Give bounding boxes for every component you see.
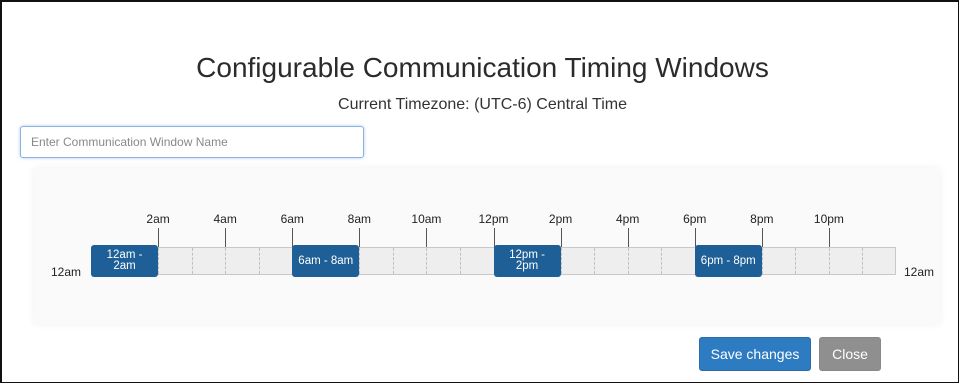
timeline-hour-label: 8am <box>347 212 371 226</box>
timeline-panel <box>34 168 940 324</box>
timeline-hour-label: 4pm <box>615 212 640 226</box>
timeline-tick-line <box>560 228 562 248</box>
timeline-tick-line <box>158 228 160 248</box>
save-changes-button[interactable]: Save changes <box>699 337 811 371</box>
timeline-tick-line <box>627 228 629 248</box>
timeline-tick-line <box>359 228 361 248</box>
timeline-hour-label: 6pm <box>683 212 707 226</box>
close-button[interactable]: Close <box>819 337 881 371</box>
timeline-hour-label: 12pm <box>478 212 509 226</box>
timeline-tick-line <box>225 228 227 248</box>
communication-window-block[interactable]: 12pm - 2pm <box>493 245 561 277</box>
communication-window-block[interactable]: 12am - 2am <box>91 245 159 277</box>
communication-window-block[interactable]: 6am - 8am <box>292 245 360 277</box>
communication-window-block[interactable]: 6pm - 8pm <box>694 245 762 277</box>
timeline-hour-label: 10am <box>411 212 442 226</box>
communication-window-dialog: Configurable Communication Timing Window… <box>0 0 959 383</box>
timeline-hour-label: 4am <box>213 212 237 226</box>
timezone-subtitle: Current Timezone: (UTC-6) Central Time <box>338 96 627 113</box>
dialog-title: Configurable Communication Timing Window… <box>196 52 769 83</box>
timeline-hour-label: 2am <box>146 212 170 226</box>
timeline-start-label: 12am <box>51 265 82 279</box>
timeline-hour-label: 2pm <box>548 212 573 226</box>
timeline-tick-line <box>426 228 428 248</box>
timeline-hour-label: 8pm <box>750 212 774 226</box>
timeline-tick-line <box>761 228 763 248</box>
timeline-tick-line <box>828 228 830 248</box>
window-name-input[interactable] <box>20 126 364 158</box>
timeline-hour-label: 6am <box>280 212 304 226</box>
timeline-end-label: 12am <box>904 265 935 279</box>
timeline-hour-label: 10pm <box>813 212 844 226</box>
